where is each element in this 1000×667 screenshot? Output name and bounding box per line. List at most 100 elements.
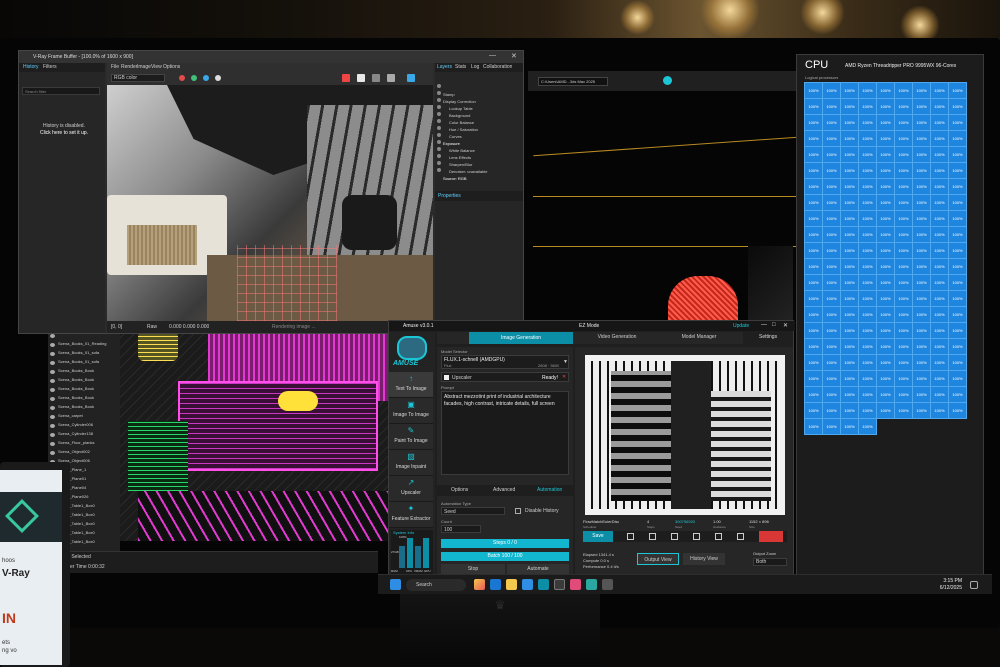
menu-view[interactable]: View: [151, 64, 162, 70]
nav-upscaler[interactable]: ↗ Upscaler: [389, 476, 433, 502]
scene-object-row[interactable]: Scena_Books_Book: [48, 377, 120, 391]
visibility-eye-icon[interactable]: [437, 126, 441, 130]
tab-options[interactable]: Options: [451, 487, 468, 493]
tab-log[interactable]: Log: [471, 64, 479, 70]
tab-video-generation[interactable]: Video Generation: [577, 334, 657, 340]
edit-icon[interactable]: [671, 533, 678, 540]
eye-icon[interactable]: [50, 361, 55, 365]
visibility-eye-icon[interactable]: [437, 91, 441, 95]
nav-image-inpaint[interactable]: ▧ Image Inpaint: [389, 450, 433, 476]
layer-row[interactable]: Sharpen/Blur: [435, 153, 523, 167]
visibility-eye-icon[interactable]: [437, 98, 441, 102]
widgets-icon[interactable]: [474, 579, 485, 590]
eye-icon[interactable]: [50, 388, 55, 392]
remove-upscaler-icon[interactable]: ✕: [562, 374, 568, 380]
menu-image[interactable]: Image: [137, 64, 151, 70]
tab-filters[interactable]: Filters: [43, 64, 57, 70]
scene-object-row[interactable]: Scena_Books_Book: [48, 386, 120, 400]
tab-image-generation[interactable]: Image Generation: [469, 332, 573, 344]
disable-history-checkbox[interactable]: [515, 508, 521, 514]
tab-layers[interactable]: Layers: [437, 64, 452, 70]
scene-object-row[interactable]: Scena_Cylinder138: [48, 422, 120, 436]
tab-automation[interactable]: Automation: [537, 487, 562, 493]
layer-row[interactable]: Display Correction: [435, 90, 523, 104]
file-explorer-icon[interactable]: [506, 579, 517, 590]
layer-row[interactable]: White Balance: [435, 139, 523, 153]
tab-stats[interactable]: Stats: [455, 64, 466, 70]
link-icon[interactable]: [715, 533, 722, 540]
menu-options[interactable]: Options: [163, 64, 180, 70]
visibility-eye-icon[interactable]: [437, 119, 441, 123]
nav-paint-to-image[interactable]: ✎ Paint To Image: [389, 424, 433, 450]
delete-icon[interactable]: [759, 531, 783, 542]
app-icon[interactable]: [602, 579, 613, 590]
output-image[interactable]: [585, 355, 785, 515]
scene-object-row[interactable]: Scena_Books_Book: [48, 395, 120, 409]
layer-row[interactable]: Color Balance: [435, 111, 523, 125]
count-input[interactable]: 100: [441, 525, 481, 533]
close-icon[interactable]: ✕: [511, 53, 517, 60]
layer-row[interactable]: Source: RGB: [435, 167, 523, 181]
region-render-icon[interactable]: [372, 74, 380, 82]
menu-render[interactable]: Render: [121, 64, 137, 70]
copy-icon[interactable]: [627, 533, 634, 540]
vray-frame-buffer[interactable]: V-Ray Frame Buffer - [100.0% of 1600 x 9…: [18, 50, 524, 334]
red-channel-icon[interactable]: [179, 75, 185, 81]
menu-file[interactable]: File: [111, 64, 119, 70]
store-icon[interactable]: [522, 579, 533, 590]
nav-image-to-image[interactable]: ▣ Image To Image: [389, 398, 433, 424]
tab-advanced[interactable]: Advanced: [493, 487, 515, 493]
layer-row[interactable]: Lookup Table: [435, 97, 523, 111]
automation-type-select[interactable]: Seed: [441, 507, 505, 515]
eye-icon[interactable]: [50, 343, 55, 347]
eye-icon[interactable]: [50, 442, 55, 446]
scene-object-row[interactable]: Scena_Object002: [48, 440, 120, 454]
blue-channel-icon[interactable]: [203, 75, 209, 81]
nav-feature-extractor[interactable]: ✦ Feature Extractor: [389, 502, 433, 528]
render-icon[interactable]: [357, 74, 365, 82]
stop-button[interactable]: Stop: [441, 564, 505, 574]
stop-render-icon[interactable]: [342, 74, 350, 82]
eye-icon[interactable]: [50, 352, 55, 356]
history-view-button[interactable]: History View: [683, 553, 725, 565]
amuse-taskbar-icon[interactable]: [538, 579, 549, 590]
save-image-icon[interactable]: [387, 74, 395, 82]
layer-row[interactable]: Background: [435, 104, 523, 118]
eye-icon[interactable]: [50, 415, 55, 419]
channel-select[interactable]: RGB color: [111, 74, 165, 82]
scene-object-row[interactable]: Scena_Object006: [48, 449, 120, 463]
nav-text-to-image[interactable]: ↑ Text To Image: [389, 372, 433, 398]
check-icon[interactable]: [663, 76, 672, 85]
green-channel-icon[interactable]: [191, 75, 197, 81]
automate-button[interactable]: Automate: [507, 564, 569, 574]
upscaler-selector[interactable]: Upscaler Ready! ✕: [441, 372, 569, 382]
scene-object-row[interactable]: Scena_Books_Book: [48, 368, 120, 382]
start-icon[interactable]: [390, 579, 401, 590]
taskbar-search[interactable]: Search: [406, 579, 466, 591]
scene-object-row[interactable]: Scena_Books_01_sofa: [48, 341, 120, 355]
notifications-icon[interactable]: [970, 581, 978, 589]
minimize-icon[interactable]: —: [489, 52, 496, 59]
upscaler-checkbox[interactable]: [444, 375, 449, 380]
wireframe-viewport[interactable]: [118, 331, 398, 541]
settings-button[interactable]: Settings: [759, 334, 777, 340]
scene-object-row[interactable]: Scena_carpet: [48, 404, 120, 418]
render-image[interactable]: [107, 85, 433, 321]
tab-history[interactable]: History: [23, 64, 39, 70]
eye-icon[interactable]: [50, 370, 55, 374]
edge-icon[interactable]: [490, 579, 501, 590]
eye-icon[interactable]: [50, 334, 55, 338]
eye-icon[interactable]: [50, 397, 55, 401]
visibility-eye-icon[interactable]: [437, 154, 441, 158]
model-selector[interactable]: FLUX.1-schnell (AMDGPU) Flux 2808 · 5600…: [441, 355, 569, 369]
output-view-button[interactable]: Output View: [637, 553, 679, 565]
task-manager-icon[interactable]: [586, 579, 597, 590]
ez-mode-toggle[interactable]: EZ Mode: [579, 323, 599, 329]
eye-icon[interactable]: [50, 433, 55, 437]
visibility-eye-icon[interactable]: [437, 147, 441, 151]
layer-row[interactable]: Lens Effects: [435, 146, 523, 160]
amuse-window[interactable]: Amuse v3.0.1 EZ Mode Update — □ ✕ Image …: [388, 320, 795, 575]
eye-icon[interactable]: [50, 451, 55, 455]
visibility-eye-icon[interactable]: [437, 161, 441, 165]
visibility-eye-icon[interactable]: [437, 112, 441, 116]
